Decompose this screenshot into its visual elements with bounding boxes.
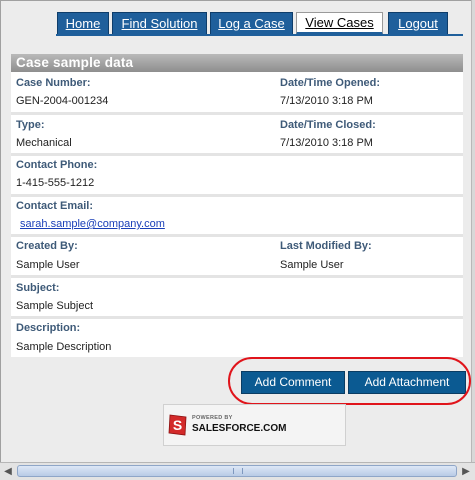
vertical-scrollbar[interactable] xyxy=(471,0,475,462)
contact-email-label: Contact Email: xyxy=(16,200,94,212)
case-number-label: Case Number: xyxy=(16,77,91,89)
contact-phone-label: Contact Phone: xyxy=(16,159,98,171)
tab-log-a-case[interactable]: Log a Case xyxy=(210,12,293,35)
salesforce-brand-text: SALESFORCE.COM xyxy=(192,423,287,434)
last-modified-by-value: Sample User xyxy=(280,259,344,271)
date-closed-label: Date/Time Closed: xyxy=(280,119,376,131)
created-by-value: Sample User xyxy=(16,259,80,271)
scroll-left-arrow-icon[interactable]: ◀ xyxy=(1,465,15,478)
case-row-phone: Contact Phone: 1-415-555-1212 xyxy=(11,156,463,194)
highlight-ellipse xyxy=(228,357,471,405)
contact-email-link[interactable]: sarah.sample@company.com xyxy=(20,218,165,230)
case-row-type-closed: Type: Mechanical Date/Time Closed: 7/13/… xyxy=(11,115,463,153)
created-by-label: Created By: xyxy=(16,240,78,252)
type-value: Mechanical xyxy=(16,137,72,149)
date-opened-value: 7/13/2010 3:18 PM xyxy=(280,95,373,107)
tab-bar-underline xyxy=(56,34,463,36)
case-row-description: Description: Sample Description xyxy=(11,319,463,357)
date-closed-value: 7/13/2010 3:18 PM xyxy=(280,137,373,149)
subject-value: Sample Subject xyxy=(16,300,94,312)
contact-phone-value: 1-415-555-1212 xyxy=(16,177,95,189)
scroll-grip-icon xyxy=(233,468,243,474)
date-opened-label: Date/Time Opened: xyxy=(280,77,381,89)
case-row-subject: Subject: Sample Subject xyxy=(11,278,463,316)
salesforce-s-icon: S xyxy=(168,414,187,436)
tab-home[interactable]: Home xyxy=(57,12,109,35)
subject-label: Subject: xyxy=(16,282,60,294)
description-value: Sample Description xyxy=(16,341,112,353)
horizontal-scrollbar[interactable]: ◀ ▶ xyxy=(0,462,475,480)
type-label: Type: xyxy=(16,119,45,131)
case-number-value: GEN-2004-001234 xyxy=(16,95,109,107)
powered-by-text: POWERED BY xyxy=(192,415,233,421)
tab-view-cases[interactable]: View Cases xyxy=(296,12,383,35)
case-panel-title: Case sample data xyxy=(11,54,463,72)
case-row-email: Contact Email: sarah.sample@company.com xyxy=(11,197,463,234)
tab-logout[interactable]: Logout xyxy=(388,12,448,35)
powered-by-salesforce-logo[interactable]: S POWERED BY SALESFORCE.COM xyxy=(163,404,346,446)
description-label: Description: xyxy=(16,322,81,334)
case-row-created-modified: Created By: Sample User Last Modified By… xyxy=(11,237,463,275)
case-row-number-opened: Case Number: GEN-2004-001234 Date/Time O… xyxy=(11,72,463,112)
tab-find-solution[interactable]: Find Solution xyxy=(112,12,207,35)
svg-text:S: S xyxy=(173,417,182,433)
scroll-right-arrow-icon[interactable]: ▶ xyxy=(459,465,473,478)
last-modified-by-label: Last Modified By: xyxy=(280,240,372,252)
